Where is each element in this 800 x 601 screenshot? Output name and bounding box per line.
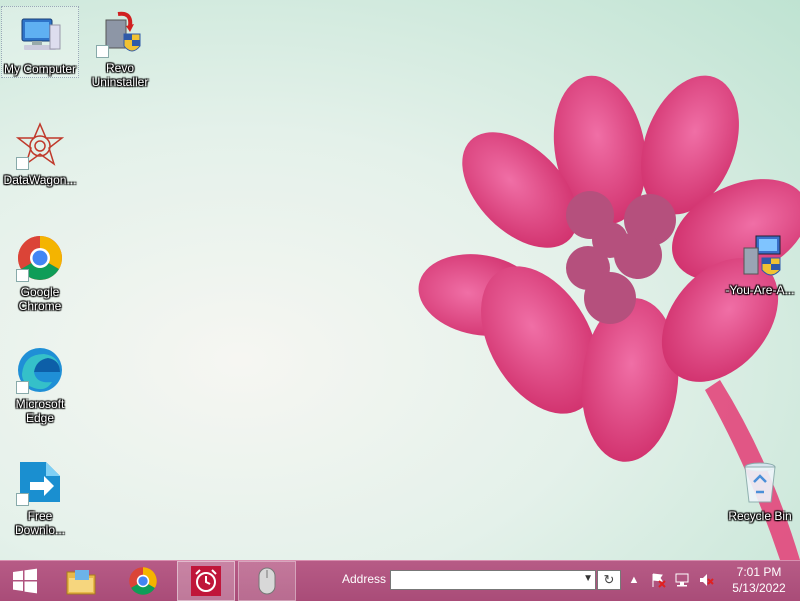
shortcut-arrow-icon	[16, 493, 29, 506]
chrome-icon	[16, 234, 64, 282]
mouse-icon	[258, 567, 276, 595]
desktop-icon-revo-uninstaller[interactable]: Revo Uninstaller	[81, 6, 159, 89]
chevron-down-icon[interactable]: ▼	[583, 573, 593, 584]
clock-time: 7:01 PM	[736, 565, 782, 579]
chrome-icon	[129, 567, 157, 595]
desktop-icon-label: DataWagon...	[3, 173, 77, 187]
alarm-clock-icon	[191, 566, 221, 596]
desktop-icon-label: Google Chrome	[18, 285, 62, 313]
action-center-flag-icon[interactable]	[650, 572, 666, 588]
desktop-icon-label: -You-Are-A...	[725, 283, 795, 297]
free-download-manager-icon	[16, 458, 64, 506]
desktop-icon-datawagon[interactable]: DataWagon...	[1, 118, 79, 187]
taskbar-alarm-app[interactable]	[177, 561, 235, 601]
system-clock[interactable]: 7:01 PM 5/13/2022	[724, 564, 794, 596]
clock-date: 5/13/2022	[732, 581, 786, 595]
shortcut-arrow-icon	[16, 157, 29, 170]
refresh-button[interactable]: ↻	[597, 570, 621, 590]
address-field[interactable]: ▼	[390, 570, 596, 590]
refresh-icon: ↻	[603, 572, 615, 587]
shortcut-arrow-icon	[16, 269, 29, 282]
desktop-icon-label: My Computer	[3, 62, 77, 76]
recycle-bin-icon	[736, 458, 784, 506]
taskbar-chrome[interactable]	[118, 561, 168, 601]
folder-icon	[66, 570, 96, 595]
desktop-icon-you-are-a[interactable]: -You-Are-A...	[721, 228, 799, 297]
desktop-icon-google-chrome[interactable]: Google Chrome	[1, 230, 79, 313]
address-input[interactable]	[391, 571, 579, 589]
taskbar-file-explorer[interactable]	[56, 561, 106, 601]
desktop-icon-label: Free Downlo...	[14, 509, 66, 537]
desktop-icon-label: Revo Uninstaller	[91, 61, 149, 89]
edge-icon	[16, 346, 64, 394]
revo-uninstaller-icon	[96, 10, 144, 58]
address-toolbar-label: Address	[342, 572, 387, 586]
network-icon[interactable]	[674, 572, 690, 588]
desktop-icon-recycle-bin[interactable]: Recycle Bin	[721, 454, 799, 523]
desktop-icon-my-computer[interactable]: My Computer	[1, 6, 79, 78]
computer-icon	[16, 11, 64, 59]
volume-muted-icon[interactable]	[698, 572, 714, 588]
shortcut-arrow-icon	[16, 381, 29, 394]
setup-installer-icon	[736, 232, 784, 280]
start-button[interactable]	[0, 561, 50, 601]
desktop-icon-label: Microsoft Edge	[15, 397, 65, 425]
shortcut-arrow-icon	[96, 45, 109, 58]
desktop-icon-microsoft-edge[interactable]: Microsoft Edge	[1, 342, 79, 425]
tray-overflow-chevron-icon[interactable]: ▲	[626, 572, 642, 588]
taskbar-mouse-app[interactable]	[238, 561, 296, 601]
desktop-icon-free-download[interactable]: Free Downlo...	[1, 454, 79, 537]
datawagon-icon	[16, 122, 64, 170]
windows-logo-icon	[13, 568, 37, 594]
desktop-icon-label: Recycle Bin	[728, 509, 792, 523]
